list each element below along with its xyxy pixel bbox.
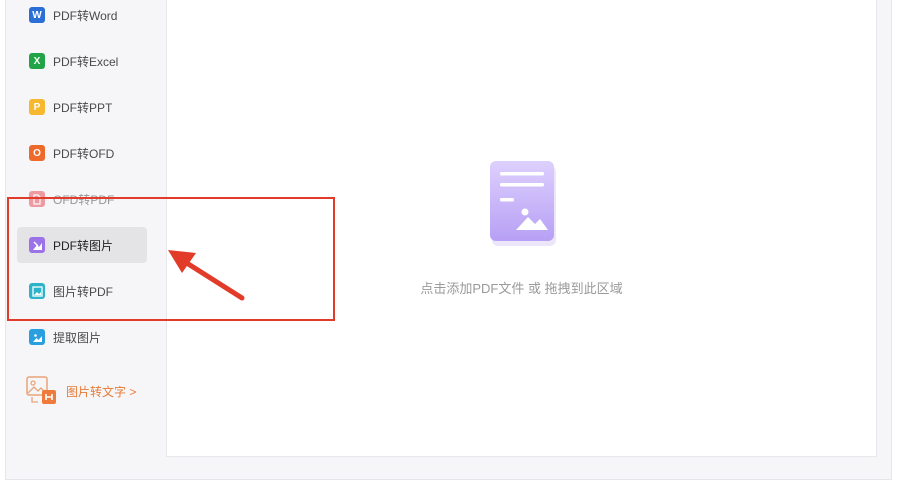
image-ocr-icon [26,376,58,406]
image-to-text-link[interactable]: 图片转文字 > [26,375,136,407]
sidebar: W PDF转Word X PDF转Excel P PDF转PPT O PDF转O… [6,0,166,480]
image-to-text-label: 图片转文字 > [66,384,137,399]
word-icon: W [29,7,45,23]
sidebar-item-pdf-to-ofd[interactable]: O PDF转OFD [17,135,147,171]
extract-image-icon [29,329,45,345]
sidebar-item-pdf-to-word[interactable]: W PDF转Word [17,0,147,33]
sidebar-item-label: OFD转PDF [53,192,115,207]
sidebar-item-label: 提取图片 [53,330,102,345]
pdf-icon [29,191,45,207]
ofd-icon: O [29,145,45,161]
file-drop-zone[interactable]: 点击添加PDF文件 或 拖拽到此区域 [167,0,876,456]
sidebar-item-label: PDF转Excel [53,54,119,69]
sidebar-item-label: 图片转PDF [53,284,114,299]
sidebar-item-extract-image[interactable]: 提取图片 [17,319,147,355]
sidebar-item-pdf-to-image[interactable]: PDF转图片 [17,227,147,263]
document-image-icon [488,160,558,253]
sidebar-item-pdf-to-excel[interactable]: X PDF转Excel [17,43,147,79]
sidebar-item-label: PDF转Word [53,8,118,23]
main-panel: 点击添加PDF文件 或 拖拽到此区域 [166,0,877,457]
excel-icon: X [29,53,45,69]
sidebar-item-pdf-to-ppt[interactable]: P PDF转PPT [17,89,147,125]
app-window: W PDF转Word X PDF转Excel P PDF转PPT O PDF转O… [5,0,892,480]
sidebar-item-label: PDF转图片 [53,238,114,253]
sidebar-item-image-to-pdf[interactable]: 图片转PDF [17,273,147,309]
drop-hint-text: 点击添加PDF文件 或 拖拽到此区域 [420,281,623,296]
pdf-to-image-icon [29,237,45,253]
sidebar-item-label: PDF转OFD [53,146,115,161]
image-to-pdf-icon [29,283,45,299]
ppt-icon: P [29,99,45,115]
sidebar-item-ofd-to-pdf[interactable]: OFD转PDF [17,181,147,217]
sidebar-item-label: PDF转PPT [53,100,113,115]
